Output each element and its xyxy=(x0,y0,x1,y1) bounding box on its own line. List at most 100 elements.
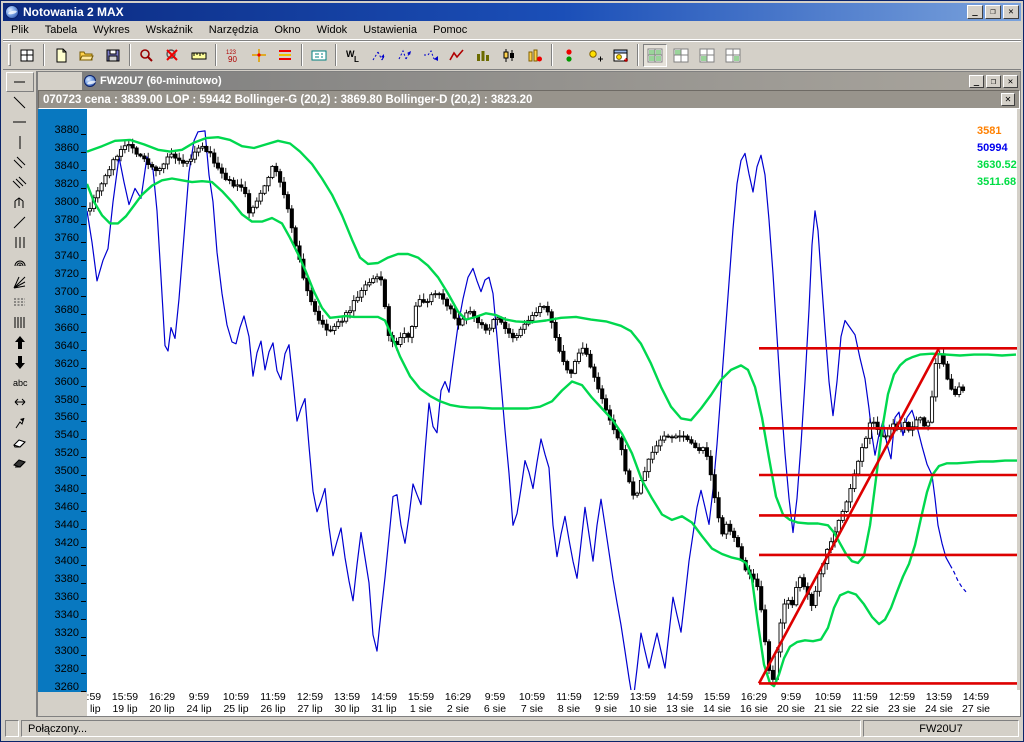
price-tick-label: 3500 xyxy=(54,465,79,477)
bars-chart-button[interactable] xyxy=(471,43,495,67)
dots-red-green-button[interactable] xyxy=(557,43,581,67)
layout-bl-icon xyxy=(698,47,716,64)
layout-br-button[interactable] xyxy=(721,43,745,67)
ruler-button[interactable] xyxy=(187,43,211,67)
dot-plus-button[interactable] xyxy=(583,43,607,67)
dots-red-green-icon xyxy=(560,47,578,64)
fan-lines-tool-button[interactable] xyxy=(5,172,34,192)
save-icon xyxy=(104,47,122,64)
price-tick-label: 3520 xyxy=(54,447,79,459)
layout-bl-button[interactable] xyxy=(695,43,719,67)
window-dot-button[interactable] xyxy=(609,43,633,67)
save-button[interactable] xyxy=(101,43,125,67)
menu-bar: Plik Tabela Wykres Wskaźnik Narzędzia Okno Wid… xyxy=(3,21,1021,40)
menu-item-ustawienia[interactable]: Ustawienia xyxy=(355,22,425,38)
menu-item-narzdzia[interactable]: Narzędzia xyxy=(201,22,267,38)
menu-item-plik[interactable]: Plik xyxy=(3,22,37,38)
vertical-line-icon xyxy=(11,134,29,151)
toolbar-grip[interactable] xyxy=(8,44,11,66)
price-tick-label: 3860 xyxy=(54,142,79,154)
grid-window-button[interactable] xyxy=(15,43,39,67)
price-tick-label: 3600 xyxy=(54,376,79,388)
vertical-lines-tool-button[interactable] xyxy=(5,232,34,252)
zoom-button[interactable] xyxy=(135,43,159,67)
text-abc-icon: abc xyxy=(11,374,29,391)
gann-fan-tool-button[interactable] xyxy=(5,272,34,292)
infobar-close-icon[interactable]: ✕ xyxy=(1001,93,1015,106)
menu-item-widok[interactable]: Widok xyxy=(309,22,356,38)
pitchfork-tool-button[interactable] xyxy=(5,192,34,212)
diagonal-down-line-tool-button[interactable] xyxy=(5,92,34,112)
eraser-tool-button[interactable] xyxy=(5,432,34,452)
chart-minimize-button[interactable]: _ xyxy=(969,74,984,88)
arrow-down-tool-button[interactable] xyxy=(5,352,34,372)
price-tick-label: 3260 xyxy=(54,681,79,693)
vertical-line-tool-button[interactable] xyxy=(5,132,34,152)
zoom-delete-button[interactable] xyxy=(161,43,185,67)
segment-line-tool-button[interactable] xyxy=(5,72,34,92)
app-icon xyxy=(5,5,19,19)
grid-window-icon xyxy=(18,47,36,64)
price-tick-label: 3640 xyxy=(54,340,79,352)
dashed-arrow-1-icon xyxy=(370,47,388,64)
menu-item-tabela[interactable]: Tabela xyxy=(37,22,85,38)
arcs-tool-button[interactable] xyxy=(5,252,34,272)
dashed-arrow-1-button[interactable] xyxy=(367,43,391,67)
digits-90-button[interactable]: 123 90 xyxy=(221,43,245,67)
dashed-grid-tool-button[interactable] xyxy=(5,292,34,312)
volume-chart-button[interactable] xyxy=(523,43,547,67)
price-tick-mark xyxy=(81,547,86,548)
horizontal-line-tool-button[interactable] xyxy=(5,112,34,132)
eraser-filled-tool-button[interactable] xyxy=(5,452,34,472)
price-axis: 3880 3860 3840 3820 3800 3780 3760 3740 3720 3700… xyxy=(38,109,87,693)
parallel-lines-tool-button[interactable] xyxy=(5,152,34,172)
dashed-arrow-2-button[interactable] xyxy=(393,43,417,67)
chart-window-title: FW20U7 (60-minutowo) xyxy=(100,75,222,87)
restore-button[interactable]: ❐ xyxy=(985,5,1001,19)
diagonal-up-line-tool-button[interactable] xyxy=(5,212,34,232)
toolbar-separator xyxy=(301,44,303,66)
price-tick-label: 3560 xyxy=(54,411,79,423)
text-abc-tool-button[interactable]: abc xyxy=(5,372,34,392)
zigzag-line-icon xyxy=(448,47,466,64)
crosshair-icon xyxy=(250,47,268,64)
zigzag-line-button[interactable] xyxy=(445,43,469,67)
price-tick-mark xyxy=(81,152,86,153)
bar-grid-tool-button[interactable] xyxy=(5,312,34,332)
dashed-arrow-3-button[interactable] xyxy=(419,43,443,67)
crosshair-button[interactable] xyxy=(247,43,271,67)
minimize-button[interactable]: _ xyxy=(967,5,983,19)
small-arrow-tool-button[interactable] xyxy=(5,412,34,432)
chart-plot-area[interactable]: 3581 50994 3630.52 3511.68 xyxy=(87,109,1017,692)
menu-item-wskanik[interactable]: Wskaźnik xyxy=(138,22,201,38)
zoom-icon xyxy=(138,47,156,64)
menu-item-wykres[interactable]: Wykres xyxy=(85,22,138,38)
price-tick-mark xyxy=(81,260,86,261)
arrow-up-tool-button[interactable] xyxy=(5,332,34,352)
layout-tl-button[interactable] xyxy=(669,43,693,67)
menu-item-okno[interactable]: Okno xyxy=(266,22,308,38)
open-folder-button[interactable] xyxy=(75,43,99,67)
layout-all-button[interactable] xyxy=(643,43,667,67)
segment-line-icon xyxy=(11,74,29,91)
diagonal-down-line-icon xyxy=(11,94,29,111)
parallel-lines-icon xyxy=(11,154,29,171)
chart-close-button[interactable]: ✕ xyxy=(1003,74,1018,88)
candles-chart-icon xyxy=(500,47,518,64)
price-tick-label: 3760 xyxy=(54,232,79,244)
wl-letters-button[interactable]: WL xyxy=(341,43,365,67)
price-tick-mark xyxy=(81,439,86,440)
price-tick-mark xyxy=(81,673,86,674)
close-button[interactable]: ✕ xyxy=(1003,5,1019,19)
color-lines-button[interactable] xyxy=(273,43,297,67)
chart-window-title-bar[interactable]: FW20U7 (60-minutowo) _ ❐ ✕ xyxy=(82,72,1020,90)
new-file-button[interactable] xyxy=(49,43,73,67)
last-value-label: 3581 xyxy=(977,125,1002,137)
chart-restore-button[interactable]: ❐ xyxy=(986,74,1001,88)
title-bar: Notowania 2 MAX _ ❐ ✕ xyxy=(3,3,1021,21)
arrow-leftright-tool-button[interactable] xyxy=(5,392,34,412)
toolbar-separator xyxy=(551,44,553,66)
panel-settings-button[interactable] xyxy=(307,43,331,67)
menu-item-pomoc[interactable]: Pomoc xyxy=(425,22,475,38)
candles-chart-button[interactable] xyxy=(497,43,521,67)
